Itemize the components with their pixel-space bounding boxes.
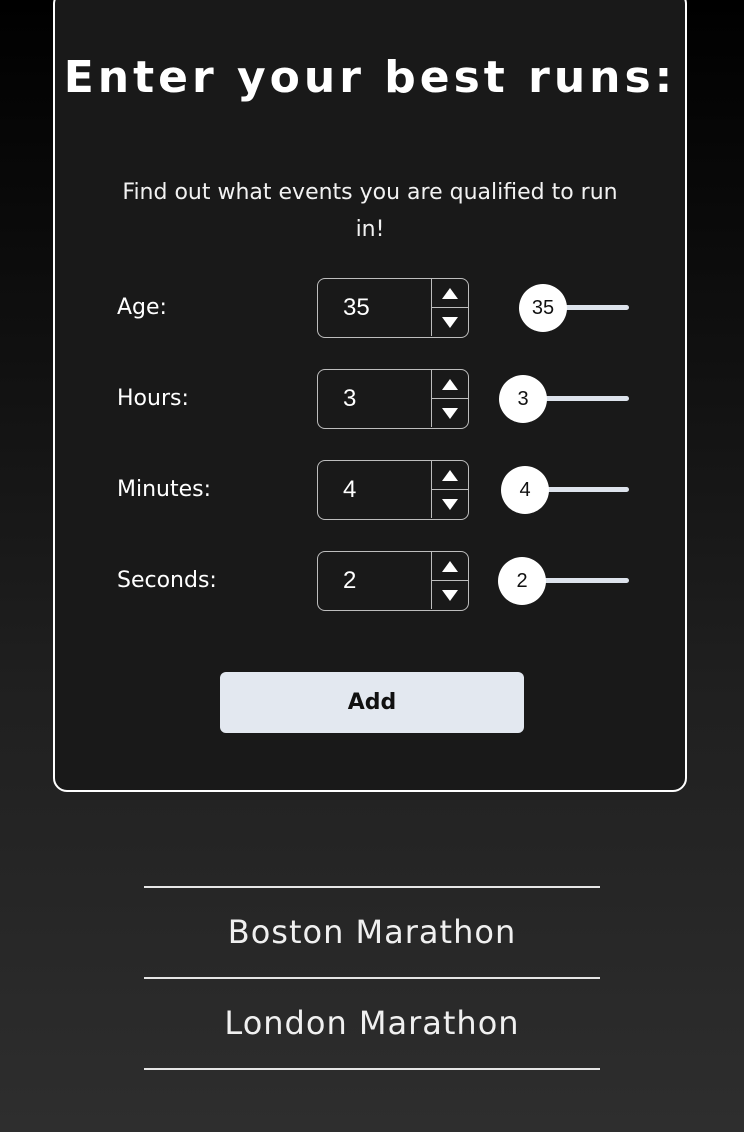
minutes-decrement-button[interactable]	[432, 490, 468, 518]
hours-increment-button[interactable]	[432, 370, 468, 399]
triangle-down-icon	[442, 589, 458, 601]
seconds-input-value: 2	[343, 567, 357, 594]
seconds-label: Seconds:	[117, 568, 217, 593]
age-increment-button[interactable]	[432, 279, 468, 308]
triangle-up-icon	[442, 287, 458, 299]
form-title: Enter your best runs:	[63, 52, 677, 103]
hours-input-value: 3	[343, 385, 357, 412]
minutes-label: Minutes:	[117, 477, 212, 502]
seconds-decrement-button[interactable]	[432, 581, 468, 609]
qualification-form-card: Enter your best runs: Find out what even…	[53, 0, 687, 792]
qualified-events-list: Boston Marathon London Marathon	[144, 886, 600, 1070]
age-slider[interactable]: 35	[519, 278, 631, 338]
minutes-slider-thumb[interactable]: 4	[501, 466, 549, 514]
hours-label: Hours:	[117, 386, 189, 411]
age-row: Age: 35 35	[55, 278, 685, 340]
minutes-row: Minutes: 4 4	[55, 460, 685, 522]
hours-input[interactable]: 3	[317, 369, 469, 429]
list-divider	[144, 1068, 600, 1070]
hours-slider-thumb[interactable]: 3	[499, 375, 547, 423]
seconds-input[interactable]: 2	[317, 551, 469, 611]
list-item: London Marathon	[144, 977, 600, 1068]
age-input-value: 35	[343, 294, 370, 321]
seconds-increment-button[interactable]	[432, 552, 468, 581]
age-spinner	[431, 279, 468, 336]
form-subtitle: Find out what events you are qualified t…	[122, 180, 618, 242]
hours-row: Hours: 3 3	[55, 369, 685, 431]
triangle-up-icon	[442, 560, 458, 572]
triangle-up-icon	[442, 469, 458, 481]
minutes-spinner	[431, 461, 468, 518]
age-slider-thumb[interactable]: 35	[519, 284, 567, 332]
triangle-down-icon	[442, 407, 458, 419]
minutes-slider[interactable]: 4	[501, 460, 631, 520]
seconds-slider-thumb[interactable]: 2	[498, 557, 546, 605]
seconds-slider[interactable]: 2	[498, 551, 631, 611]
age-input[interactable]: 35	[317, 278, 469, 338]
age-label: Age:	[117, 295, 167, 320]
triangle-down-icon	[442, 316, 458, 328]
triangle-down-icon	[442, 498, 458, 510]
list-item: Boston Marathon	[144, 886, 600, 977]
hours-spinner	[431, 370, 468, 427]
hours-decrement-button[interactable]	[432, 399, 468, 427]
seconds-row: Seconds: 2 2	[55, 551, 685, 613]
minutes-input[interactable]: 4	[317, 460, 469, 520]
add-button[interactable]: Add	[220, 672, 524, 733]
seconds-spinner	[431, 552, 468, 609]
hours-slider[interactable]: 3	[499, 369, 631, 429]
age-decrement-button[interactable]	[432, 308, 468, 336]
triangle-up-icon	[442, 378, 458, 390]
minutes-increment-button[interactable]	[432, 461, 468, 490]
minutes-input-value: 4	[343, 476, 357, 503]
